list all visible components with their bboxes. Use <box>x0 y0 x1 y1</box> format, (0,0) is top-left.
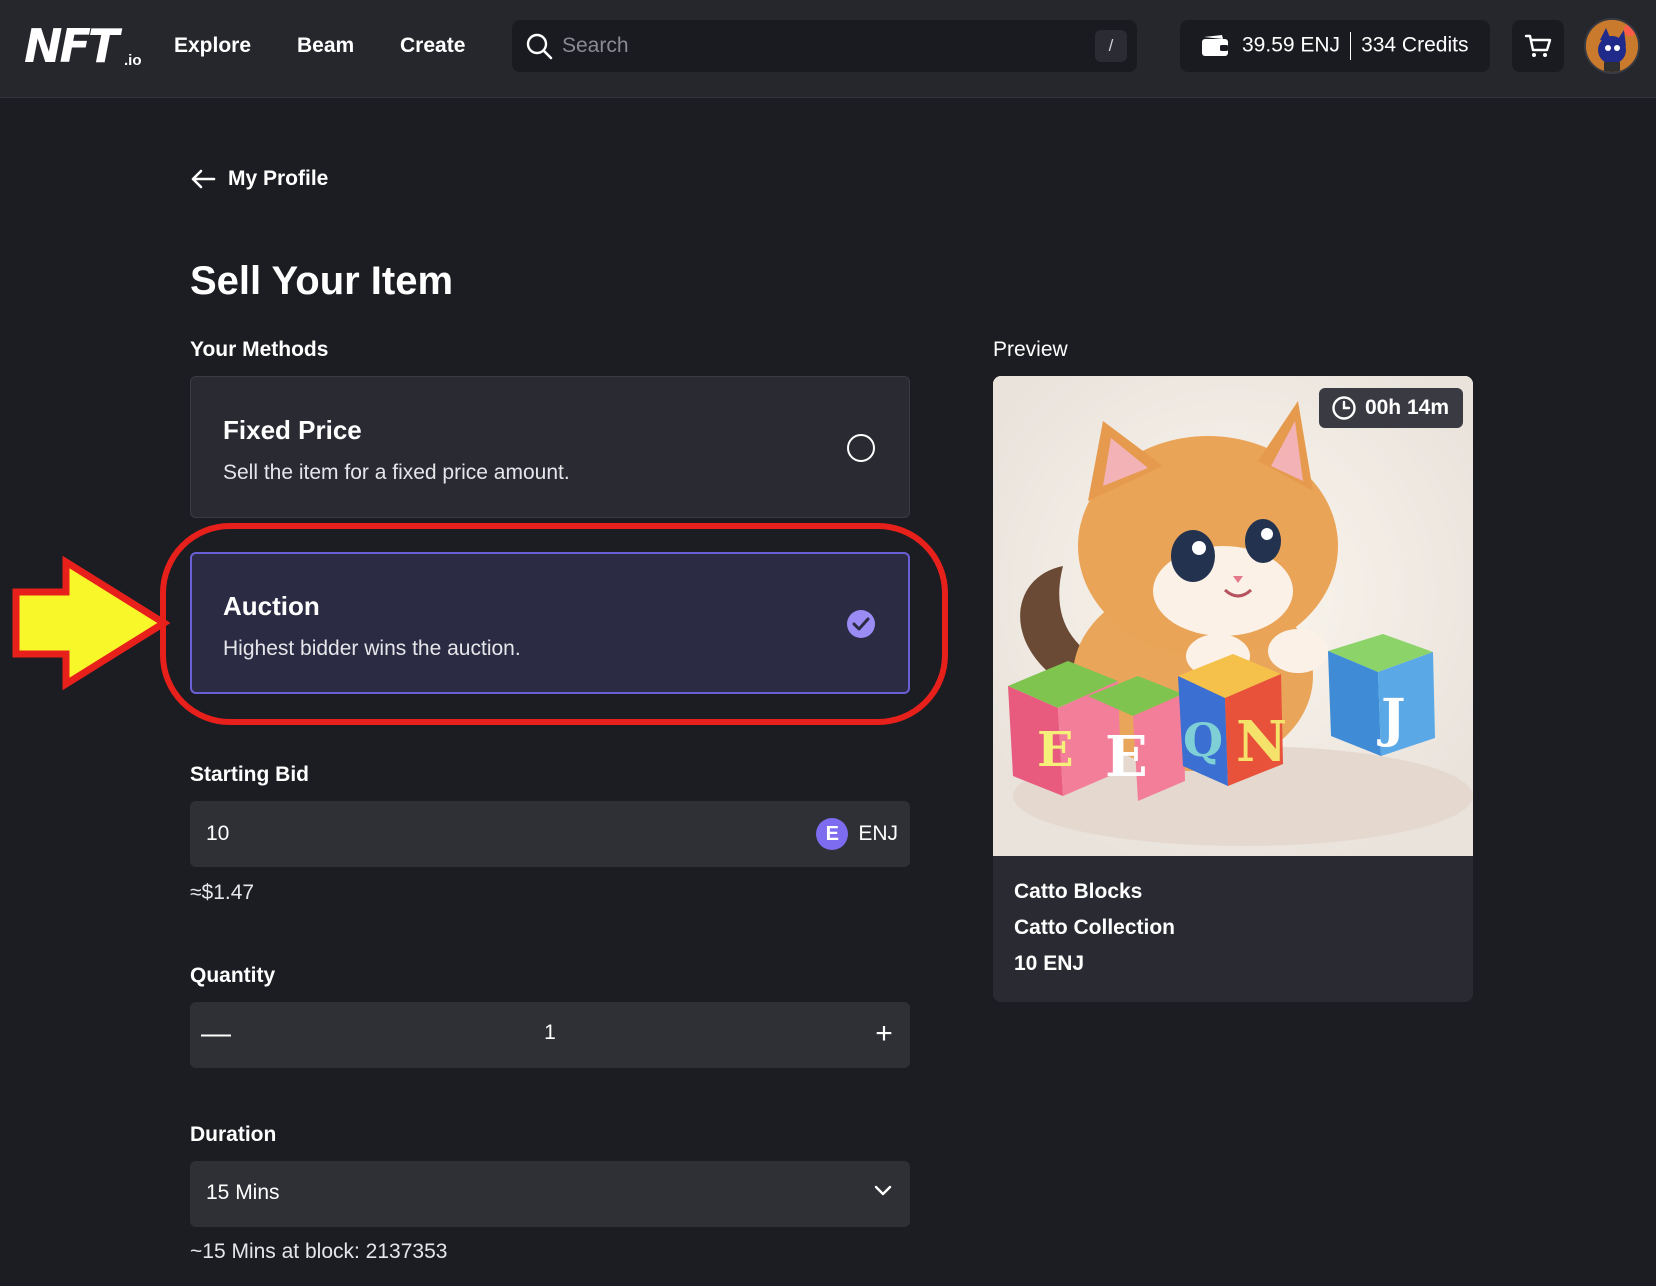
back-to-profile-link[interactable]: My Profile <box>190 164 328 194</box>
duration-select[interactable]: 15 Mins <box>190 1161 910 1227</box>
nft-io-logo[interactable]: NFT .io <box>24 22 149 70</box>
wallet-text: 39.59 ENJ 334 Credits <box>1242 32 1468 60</box>
logo-text: NFT <box>24 19 119 73</box>
svg-text:E: E <box>1037 722 1074 778</box>
svg-text:Q: Q <box>1183 713 1223 767</box>
method-title: Auction <box>223 591 320 621</box>
wallet-icon <box>1202 35 1228 56</box>
quantity-stepper[interactable]: — 1 + <box>190 1002 910 1068</box>
arrow-left-icon <box>191 169 216 189</box>
cart-icon <box>1524 34 1552 57</box>
item-price: 10 ENJ <box>1014 952 1085 975</box>
usd-estimate: ≈$1.47 <box>190 881 255 904</box>
block-4: J <box>1328 634 1435 756</box>
annotation-arrow-icon <box>12 556 170 690</box>
logo-suffix: .io <box>124 52 142 69</box>
radio-unchecked-icon[interactable] <box>847 434 875 462</box>
nav-create[interactable]: Create <box>400 34 465 58</box>
enj-coin-icon: E <box>816 818 849 850</box>
method-title: Fixed Price <box>223 415 362 445</box>
search-input[interactable] <box>562 28 1062 64</box>
block-3: Q N <box>1178 654 1287 786</box>
methods-label: Your Methods <box>190 338 329 361</box>
clock-icon <box>1332 396 1356 420</box>
user-avatar[interactable] <box>1584 18 1640 74</box>
duration-selected-value: 15 Mins <box>206 1181 280 1204</box>
wallet-balance-button[interactable]: 39.59 ENJ 334 Credits <box>1180 20 1490 72</box>
svg-text:E: E <box>1105 724 1148 790</box>
collection-name: Catto Collection <box>1014 916 1175 939</box>
item-name: Catto Blocks <box>1014 880 1143 903</box>
search-icon <box>526 33 553 60</box>
chevron-down-icon <box>874 1185 892 1196</box>
method-fixed-price[interactable]: Fixed Price Sell the item for a fixed pr… <box>190 376 910 518</box>
preview-label: Preview <box>993 338 1068 361</box>
method-description: Sell the item for a fixed price amount. <box>223 461 570 484</box>
page-title: Sell Your Item <box>190 259 454 303</box>
starting-bid-label: Starting Bid <box>190 763 309 786</box>
nav-explore[interactable]: Explore <box>174 34 251 58</box>
nft-preview-card[interactable]: E E Q N J 00h 14m Catto Blocks Catto Col… <box>993 376 1473 1002</box>
check-circle-icon[interactable] <box>847 610 875 638</box>
method-description: Highest bidder wins the auction. <box>223 637 521 660</box>
auction-timer-badge: 00h 14m <box>1318 388 1463 428</box>
quantity-value[interactable]: 1 <box>190 1021 910 1045</box>
svg-text:N: N <box>1236 709 1287 775</box>
wallet-divider <box>1350 32 1352 60</box>
duration-label: Duration <box>190 1123 277 1146</box>
quantity-increment-button[interactable]: + <box>868 1018 900 1050</box>
svg-text:J: J <box>1377 688 1406 749</box>
nft-preview-image: E E Q N J 00h 14m <box>993 376 1473 856</box>
currency-badge: E ENJ <box>816 818 898 850</box>
duration-block-note: ~15 Mins at block: 2137353 <box>190 1240 448 1263</box>
notification-dot <box>1624 24 1636 36</box>
cart-button[interactable] <box>1512 20 1564 72</box>
enj-balance: 39.59 ENJ <box>1242 33 1341 57</box>
currency-label: ENJ <box>858 822 898 845</box>
kitten-blocks-illustration: E E Q N J <box>993 376 1473 856</box>
top-nav-bar: NFT .io Explore Beam Create / 39.59 ENJ3… <box>0 0 1656 98</box>
quantity-label: Quantity <box>190 964 276 987</box>
timer-text: 00h 14m <box>1364 396 1449 419</box>
credits-balance: 334 Credits <box>1361 33 1469 57</box>
starting-bid-field[interactable]: E ENJ <box>190 801 910 867</box>
back-link-label: My Profile <box>228 167 329 190</box>
nav-beam[interactable]: Beam <box>297 34 354 58</box>
starting-bid-input[interactable] <box>206 816 766 852</box>
search-shortcut-key: / <box>1095 30 1127 62</box>
search-bar[interactable]: / <box>512 20 1137 72</box>
method-auction[interactable]: Auction Highest bidder wins the auction. <box>190 552 910 694</box>
